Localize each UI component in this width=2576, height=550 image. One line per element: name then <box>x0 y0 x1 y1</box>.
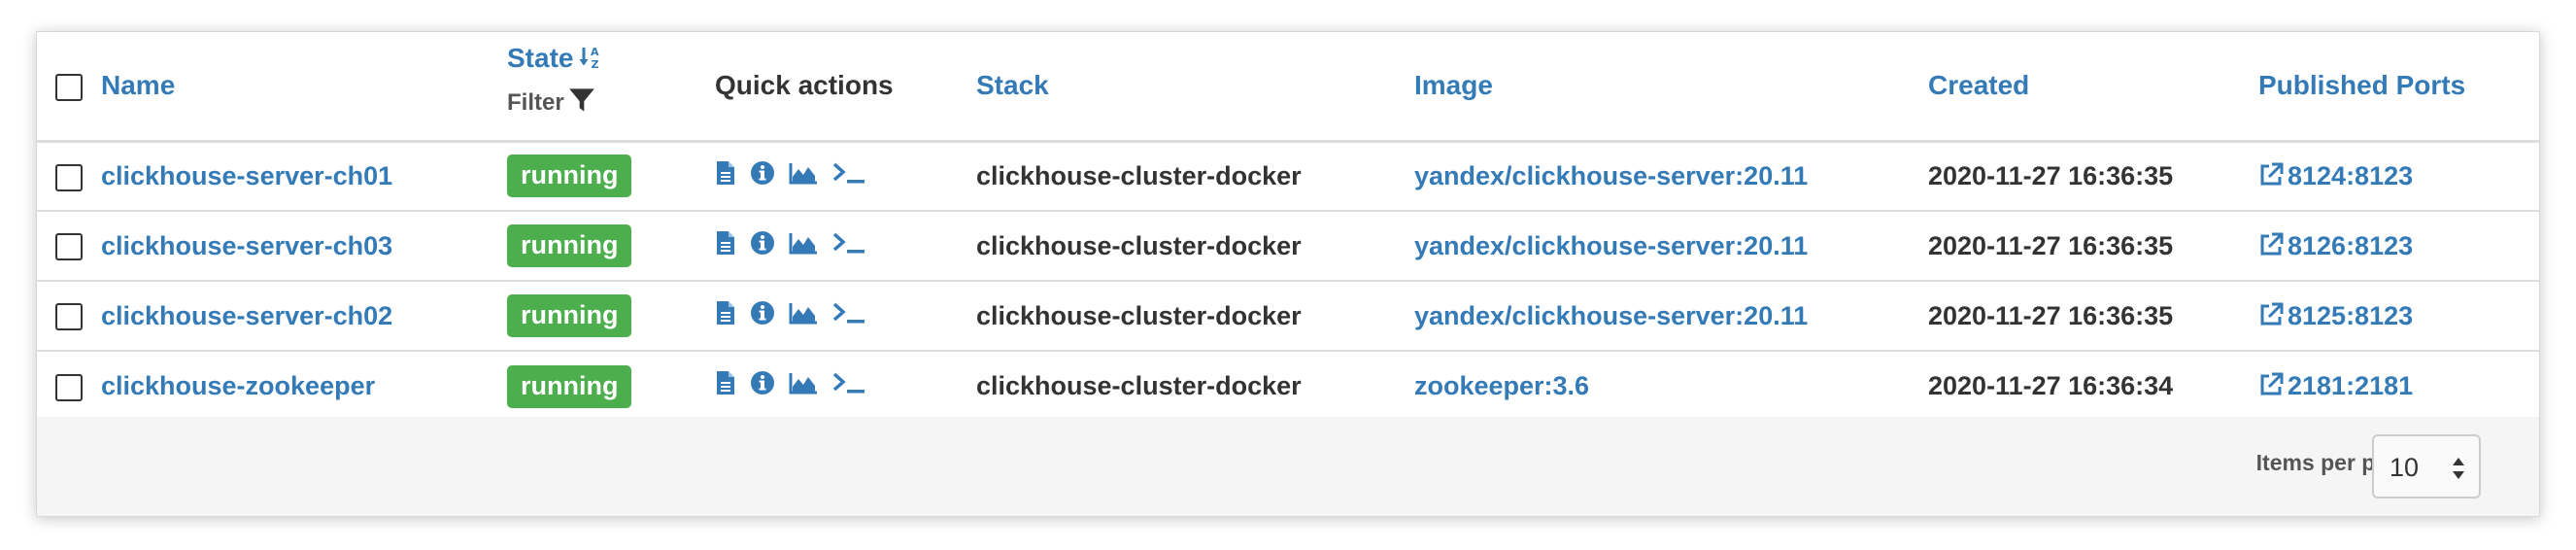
quick-actions <box>715 141 976 211</box>
published-port-link[interactable]: 8124:8123 <box>2258 161 2413 190</box>
port-mapping: 8126:8123 <box>2288 230 2414 260</box>
quick-actions <box>715 211 976 281</box>
state-filter-toggle[interactable]: Filter <box>507 86 715 117</box>
container-name-link[interactable]: clickhouse-zookeeper <box>101 371 375 400</box>
stats-icon[interactable] <box>789 371 818 401</box>
name-sort-link[interactable]: Name <box>101 70 175 100</box>
stack-cell: clickhouse-cluster-docker <box>976 371 1302 400</box>
created-cell: 2020-11-27 16:36:35 <box>1928 230 2174 260</box>
stack-cell: clickhouse-cluster-docker <box>976 300 1302 330</box>
table-row: clickhouse-server-ch01 running clickhouse-… <box>37 141 2539 211</box>
logs-icon[interactable] <box>715 230 736 262</box>
column-header-state: State A Z Filter <box>507 32 715 141</box>
row-checkbox[interactable] <box>55 303 83 331</box>
console-icon[interactable] <box>831 300 866 332</box>
row-select-cell <box>37 141 101 211</box>
published-port-link[interactable]: 2181:2181 <box>2258 371 2413 400</box>
column-header-stack[interactable]: Stack <box>976 32 1414 141</box>
created-cell: 2020-11-27 16:36:35 <box>1928 300 2174 330</box>
external-link-icon <box>2260 162 2284 186</box>
external-link-icon <box>2260 302 2284 325</box>
container-name-link[interactable]: clickhouse-server-ch03 <box>101 231 392 260</box>
row-select-cell <box>37 281 101 351</box>
console-icon[interactable] <box>831 160 866 192</box>
image-link[interactable]: zookeeper:3.6 <box>1414 371 1589 400</box>
image-link[interactable]: yandex/clickhouse-server:20.11 <box>1414 231 1808 260</box>
stats-icon[interactable] <box>789 231 818 261</box>
items-per-page-value: 10 <box>2390 453 2420 482</box>
filter-icon <box>568 88 594 112</box>
row-select-cell <box>37 351 101 421</box>
inspect-icon[interactable] <box>750 370 775 402</box>
containers-table: Name State A Z Filter Quick actions Stack … <box>37 32 2539 421</box>
created-cell: 2020-11-27 16:36:34 <box>1928 371 2174 400</box>
console-icon[interactable] <box>831 370 866 402</box>
port-mapping: 8124:8123 <box>2288 160 2414 190</box>
created-sort-link[interactable]: Created <box>1928 70 2029 100</box>
select-caret-icon <box>2452 456 2465 488</box>
containers-panel: Name State A Z Filter Quick actions Stack … <box>36 31 2540 517</box>
container-name-link[interactable]: clickhouse-server-ch02 <box>101 301 392 330</box>
svg-text:Z: Z <box>592 58 599 70</box>
published-port-link[interactable]: 8126:8123 <box>2258 231 2413 260</box>
status-badge: running <box>507 294 632 337</box>
port-mapping: 8125:8123 <box>2288 300 2414 330</box>
table-footer: Items per page 10 <box>37 417 2539 516</box>
logs-icon[interactable] <box>715 370 736 402</box>
inspect-icon[interactable] <box>750 300 775 332</box>
stack-cell: clickhouse-cluster-docker <box>976 160 1302 190</box>
select-all-checkbox[interactable] <box>55 73 83 101</box>
row-checkbox[interactable] <box>55 373 83 401</box>
container-name-link[interactable]: clickhouse-server-ch01 <box>101 161 392 190</box>
row-checkbox[interactable] <box>55 163 83 191</box>
table-row: clickhouse-server-ch03 running clickhouse-… <box>37 211 2539 281</box>
sort-az-icon[interactable]: AZ <box>579 45 604 77</box>
table-row: clickhouse-server-ch02 running clickhouse-… <box>37 281 2539 351</box>
status-badge: running <box>507 364 632 408</box>
column-header-quick-actions: Quick actions <box>715 70 894 101</box>
items-per-page-select[interactable]: 10 <box>2372 434 2481 498</box>
stats-icon[interactable] <box>789 161 818 191</box>
svg-text:A: A <box>591 46 599 58</box>
status-badge: running <box>507 224 632 267</box>
row-select-cell <box>37 211 101 281</box>
stats-icon[interactable] <box>789 301 818 331</box>
status-badge: running <box>507 155 632 198</box>
column-header-created[interactable]: Created <box>1928 32 2258 141</box>
console-icon[interactable] <box>831 230 866 262</box>
external-link-icon <box>2260 372 2284 395</box>
state-filter-label: Filter <box>507 89 564 117</box>
column-header-image[interactable]: Image <box>1414 32 1928 141</box>
external-link-icon <box>2260 232 2284 255</box>
quick-actions <box>715 351 976 421</box>
table-row: clickhouse-zookeeper running clickhouse-cl… <box>37 351 2539 421</box>
logs-icon[interactable] <box>715 300 736 332</box>
state-sort-link[interactable]: State <box>507 43 573 73</box>
published-port-link[interactable]: 8125:8123 <box>2258 301 2413 330</box>
row-checkbox[interactable] <box>55 233 83 261</box>
image-link[interactable]: yandex/clickhouse-server:20.11 <box>1414 161 1808 190</box>
inspect-icon[interactable] <box>750 230 775 262</box>
column-header-published-ports[interactable]: Published Ports <box>2258 32 2539 141</box>
image-sort-link[interactable]: Image <box>1414 70 1493 100</box>
stack-sort-link[interactable]: Stack <box>976 70 1049 100</box>
column-header-name[interactable]: Name <box>101 32 507 141</box>
port-mapping: 2181:2181 <box>2288 371 2414 400</box>
table-header-row: Name State A Z Filter Quick actions Stack … <box>37 32 2539 141</box>
ports-sort-link[interactable]: Published Ports <box>2258 70 2465 100</box>
quick-actions <box>715 281 976 351</box>
created-cell: 2020-11-27 16:36:35 <box>1928 160 2174 190</box>
select-all-cell <box>37 32 101 141</box>
stack-cell: clickhouse-cluster-docker <box>976 230 1302 260</box>
logs-icon[interactable] <box>715 160 736 192</box>
image-link[interactable]: yandex/clickhouse-server:20.11 <box>1414 301 1808 330</box>
inspect-icon[interactable] <box>750 160 775 192</box>
